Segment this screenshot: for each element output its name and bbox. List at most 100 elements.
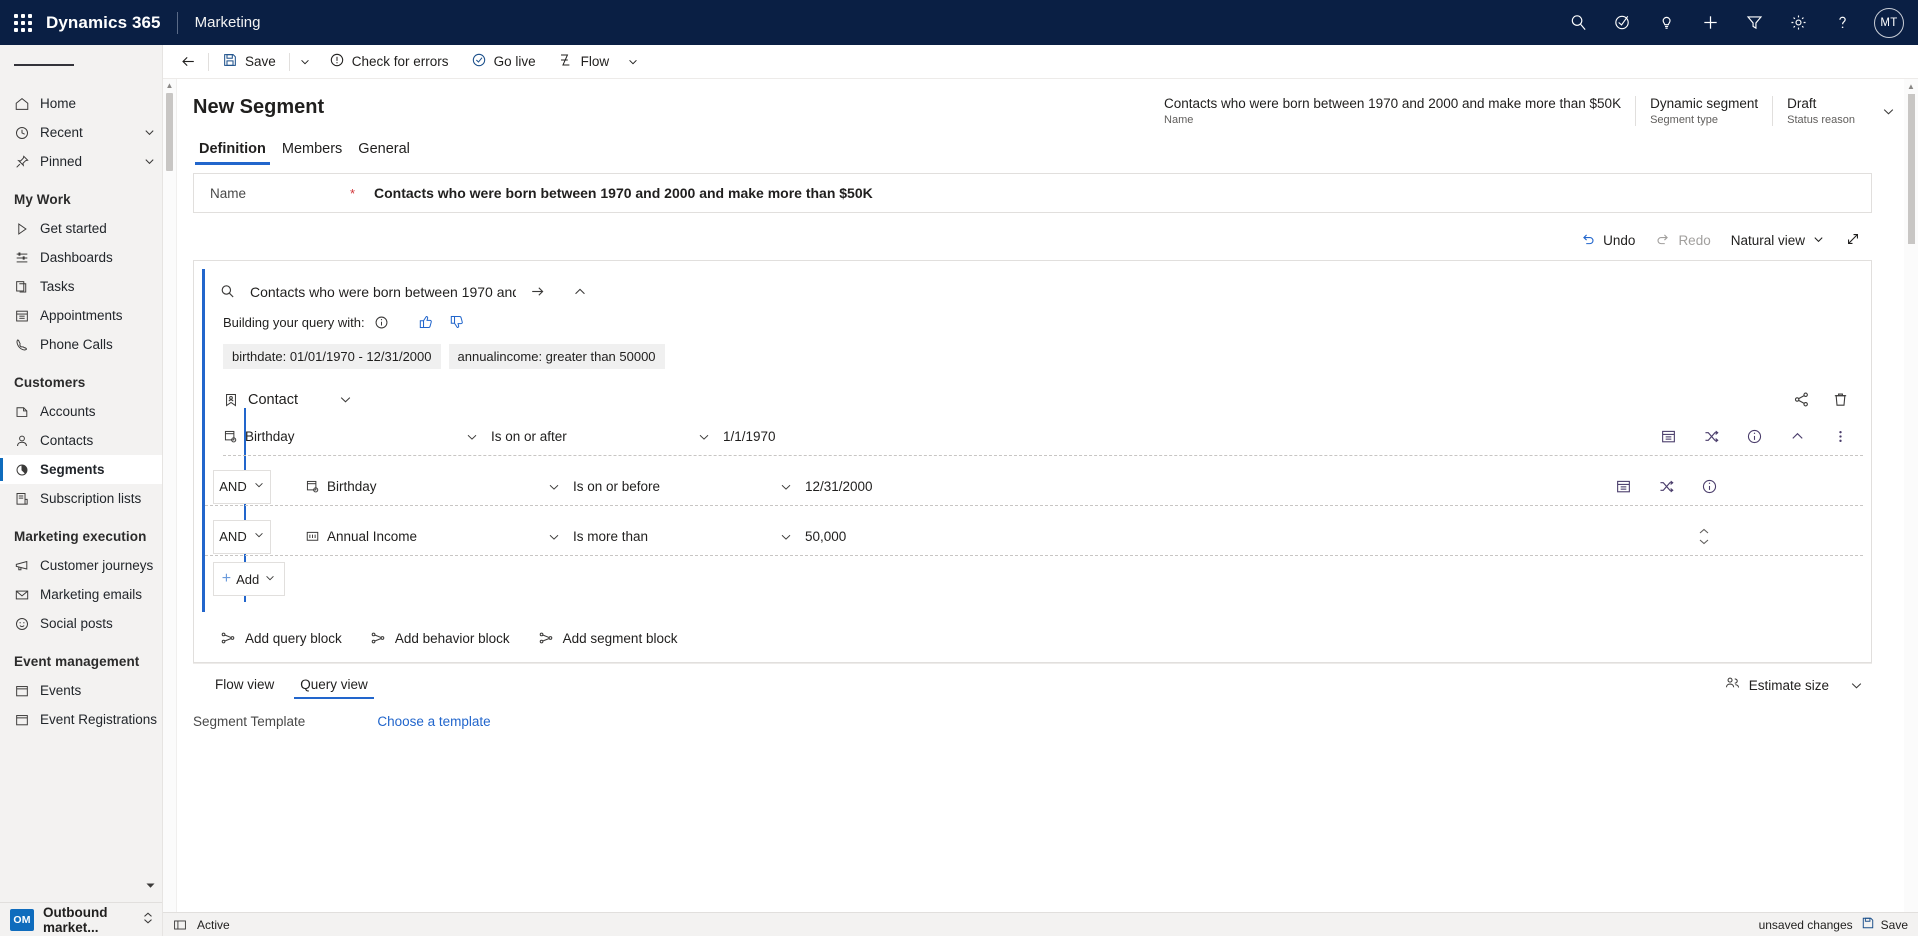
share-block-icon[interactable] <box>1793 391 1810 408</box>
app-name[interactable]: Marketing <box>178 14 261 31</box>
tab-flow-view[interactable]: Flow view <box>209 671 280 699</box>
tab-query-view[interactable]: Query view <box>294 671 374 699</box>
tab-definition[interactable]: Definition <box>193 139 272 165</box>
chevron-updown-icon[interactable] <box>142 911 154 928</box>
gear-icon[interactable] <box>1778 0 1818 45</box>
status-layout-icon[interactable] <box>173 918 187 932</box>
sidebar-item-subscription-lists[interactable]: Subscription lists <box>0 484 162 513</box>
sidebar-item-segments[interactable]: Segments <box>0 455 162 484</box>
logical-operator-selector[interactable]: AND <box>213 469 271 504</box>
lower-expand-chevron-icon[interactable] <box>1841 673 1872 698</box>
diagnostics-icon[interactable] <box>1602 0 1642 45</box>
operator-selector[interactable]: Is on or after <box>491 429 723 444</box>
condition-value[interactable]: 12/31/2000 <box>805 479 873 494</box>
info-icon[interactable] <box>1701 478 1718 495</box>
back-button[interactable] <box>171 45 206 79</box>
calendar-icon[interactable] <box>1660 428 1677 445</box>
sidebar-item-social-posts[interactable]: Social posts <box>0 609 162 638</box>
redo-button[interactable]: Redo <box>1646 227 1719 254</box>
sidebar-item-pinned[interactable]: Pinned <box>0 147 162 176</box>
sidebar-scroll-down-icon[interactable] <box>145 878 156 894</box>
add-segment-block-button[interactable]: Add segment block <box>528 624 688 652</box>
flow-options-chevron-icon[interactable] <box>620 45 646 79</box>
add-query-block-button[interactable]: Add query block <box>210 624 352 652</box>
condition-value[interactable]: 1/1/1970 <box>723 429 776 444</box>
more-icon[interactable] <box>1832 428 1849 445</box>
sidebar-item-recent[interactable]: Recent <box>0 118 162 147</box>
filter-icon[interactable] <box>1734 0 1774 45</box>
plus-icon[interactable] <box>1690 0 1730 45</box>
help-icon[interactable] <box>1822 0 1862 45</box>
field-selector[interactable]: Birthday <box>223 429 491 444</box>
tab-general[interactable]: General <box>352 139 416 165</box>
app-switcher[interactable]: OM Outbound market... <box>0 902 162 936</box>
sidebar-item-tasks[interactable]: Tasks <box>0 272 162 301</box>
sidebar-item-accounts[interactable]: Accounts <box>0 397 162 426</box>
collapse-icon[interactable] <box>1789 428 1806 445</box>
query-chip[interactable]: annualincome: greater than 50000 <box>448 344 665 369</box>
go-live-button[interactable]: Go live <box>460 45 547 79</box>
app-launcher-button[interactable] <box>0 13 46 32</box>
search-icon[interactable] <box>1558 0 1598 45</box>
lightbulb-icon[interactable] <box>1646 0 1686 45</box>
thumbs-up-icon[interactable] <box>418 314 434 330</box>
check-for-errors-button[interactable]: Check for errors <box>318 45 460 79</box>
choose-template-link[interactable]: Choose a template <box>377 714 490 729</box>
sidebar-item-phone-calls[interactable]: Phone Calls <box>0 330 162 359</box>
condition-value[interactable]: 50,000 <box>805 529 846 544</box>
calendar-icon[interactable] <box>1615 478 1632 495</box>
name-field-value[interactable]: Contacts who were born between 1970 and … <box>374 185 873 201</box>
submit-query-arrow-icon[interactable] <box>516 283 559 300</box>
thumbs-down-icon[interactable] <box>449 314 465 330</box>
query-search-input[interactable] <box>236 283 516 300</box>
undo-button[interactable]: Undo <box>1571 227 1644 254</box>
add-behavior-block-button[interactable]: Add behavior block <box>360 624 520 652</box>
view-mode-selector[interactable]: Natural view <box>1722 229 1834 253</box>
save-button[interactable]: Save <box>211 45 287 79</box>
info-icon[interactable] <box>374 315 389 330</box>
sidebar-item-event-registrations[interactable]: Event Registrations <box>0 705 162 734</box>
expand-button[interactable] <box>1836 227 1870 254</box>
add-condition-button[interactable]: + Add <box>213 562 285 596</box>
shuffle-icon[interactable] <box>1658 478 1675 495</box>
query-chip[interactable]: birthdate: 01/01/1970 - 12/31/2000 <box>223 344 441 369</box>
sidebar-item-appointments[interactable]: Appointments <box>0 301 162 330</box>
scrollbar-thumb[interactable] <box>166 93 173 171</box>
scroll-up-arrow-icon[interactable]: ▲ <box>166 82 174 90</box>
scroll-up-arrow-icon[interactable]: ▲ <box>1907 82 1915 91</box>
record-header-expand-chevron-icon[interactable] <box>1869 96 1904 126</box>
sidebar-item-dashboards[interactable]: Dashboards <box>0 243 162 272</box>
field-selector[interactable]: Annual Income <box>305 529 573 544</box>
logical-operator-selector[interactable]: AND <box>213 519 271 554</box>
left-scrollbar[interactable]: ▲ <box>163 79 177 912</box>
sidebar-item-contacts[interactable]: Contacts <box>0 426 162 455</box>
shuffle-icon[interactable] <box>1703 428 1720 445</box>
sidebar-item-label: Home <box>40 96 77 111</box>
info-icon[interactable] <box>1746 428 1763 445</box>
collapse-query-chevron-icon[interactable] <box>559 284 601 300</box>
chevron-down-icon[interactable] <box>136 155 162 168</box>
sidebar-item-home[interactable]: Home <box>0 89 162 118</box>
sitemap-toggle-button[interactable] <box>0 45 162 85</box>
sidebar-item-get-started[interactable]: Get started <box>0 214 162 243</box>
flow-button[interactable]: Flow <box>547 45 621 79</box>
field-selector[interactable]: Birthday <box>305 479 573 494</box>
delete-block-icon[interactable] <box>1832 391 1849 408</box>
status-save-button[interactable]: Save <box>1861 916 1908 933</box>
scrollbar-thumb[interactable] <box>1907 94 1915 244</box>
operator-selector[interactable]: Is more than <box>573 529 805 544</box>
estimate-size-button[interactable]: Estimate size <box>1716 670 1837 700</box>
operator-name: Is on or before <box>573 479 661 494</box>
number-stepper[interactable] <box>1697 527 1711 546</box>
sidebar-item-marketing-emails[interactable]: Marketing emails <box>0 580 162 609</box>
operator-selector[interactable]: Is on or before <box>573 479 805 494</box>
avatar[interactable]: MT <box>1874 7 1904 38</box>
sidebar-item-customer-journeys[interactable]: Customer journeys <box>0 551 162 580</box>
right-scrollbar[interactable]: ▲ <box>1904 79 1918 912</box>
tab-members[interactable]: Members <box>276 139 348 165</box>
brand-title[interactable]: Dynamics 365 <box>46 13 177 33</box>
sidebar-item-events[interactable]: Events <box>0 676 162 705</box>
save-options-chevron-icon[interactable] <box>292 45 318 79</box>
chevron-down-icon[interactable] <box>136 126 162 139</box>
entity-chevron-down-icon[interactable] <box>298 392 353 407</box>
